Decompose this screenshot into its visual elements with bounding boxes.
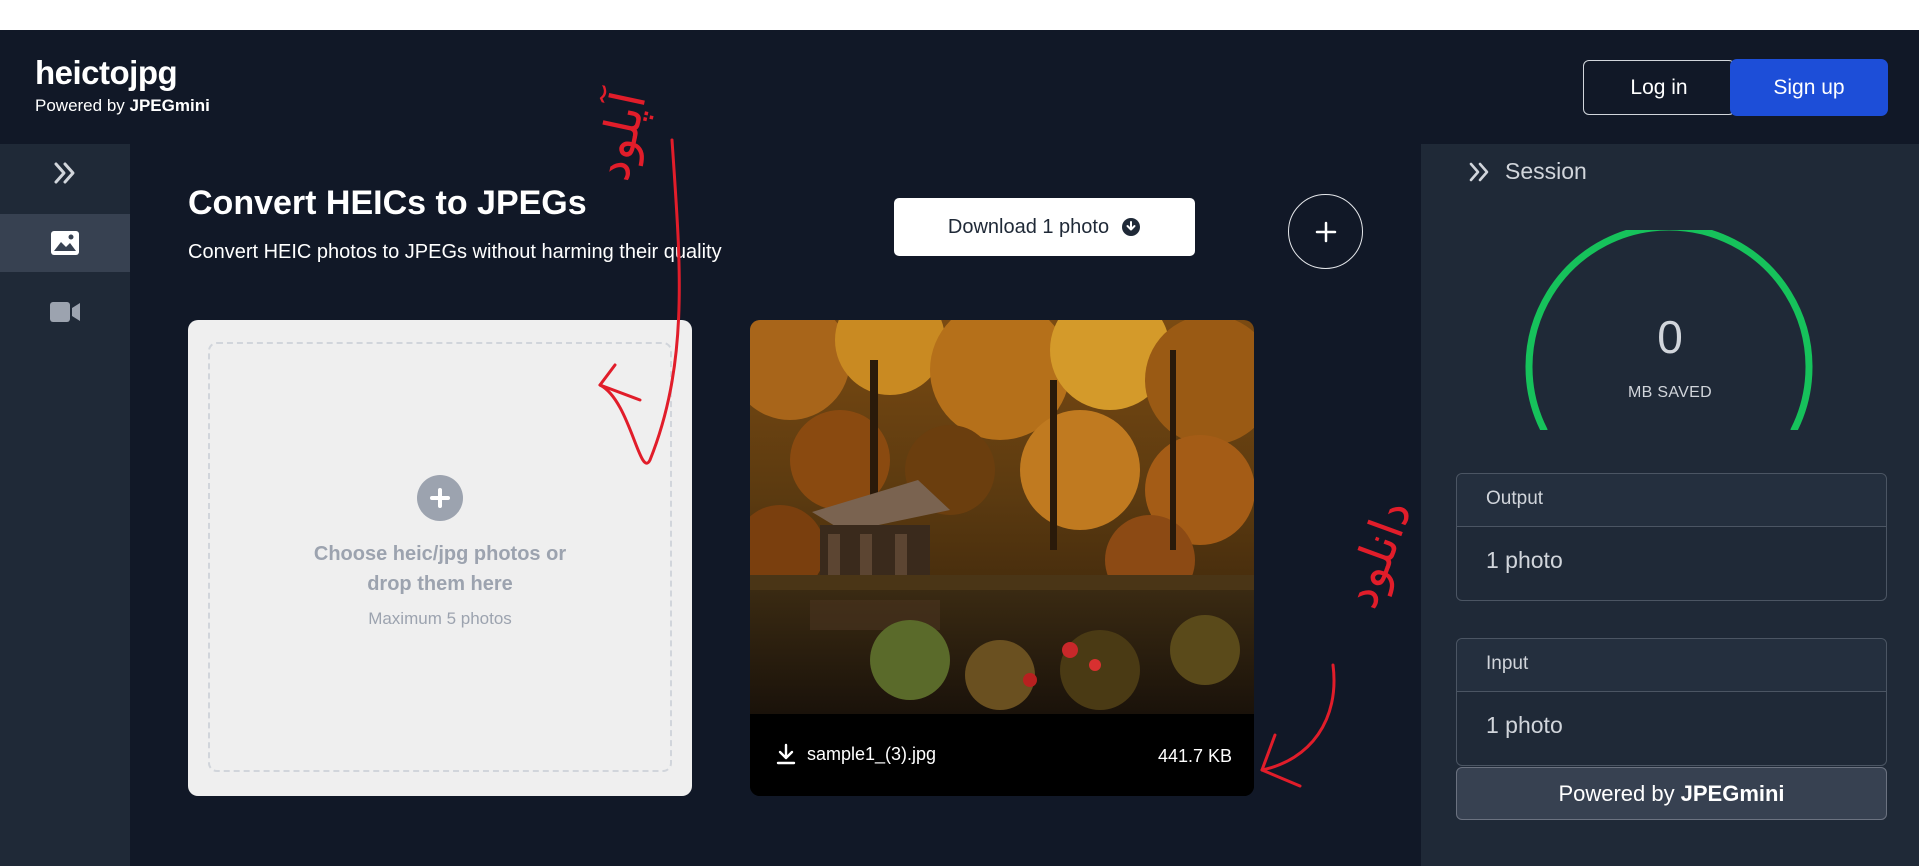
brand-name: heictojpg <box>35 54 178 91</box>
download-circle-icon <box>1122 218 1141 236</box>
session-header[interactable]: Session <box>1467 158 1587 185</box>
photo-card[interactable]: sample1_(3).jpg 441.7 KB <box>750 320 1254 796</box>
output-label: Output <box>1457 474 1886 527</box>
photo-filename[interactable]: sample1_(3).jpg <box>807 744 936 765</box>
session-panel: Session 0 MB SAVED Output 1 photo Input … <box>1421 144 1919 866</box>
brand-logo[interactable]: heictojpg Powered by JPEGmini <box>35 54 210 116</box>
signup-button[interactable]: Sign up <box>1730 59 1888 116</box>
left-nav-rail <box>0 144 130 866</box>
image-icon <box>51 231 79 255</box>
dropzone-instructions: Choose heic/jpg photos or drop them here <box>313 543 567 595</box>
powered-button-prefix: Powered by <box>1558 780 1675 806</box>
video-icon <box>50 302 80 322</box>
powered-by-jpegmini-button[interactable]: Powered by JPEGmini <box>1456 767 1887 820</box>
input-stat: Input 1 photo <box>1456 638 1887 766</box>
gauge-label: MB SAVED <box>1628 384 1712 401</box>
site-header: heictojpg Powered by JPEGmini Log in Sig… <box>0 30 1919 144</box>
gauge-value: 0 <box>1657 311 1683 363</box>
chevrons-right-icon <box>1469 162 1489 181</box>
output-value: 1 photo <box>1486 547 1563 573</box>
output-stat: Output 1 photo <box>1456 473 1887 601</box>
input-label: Input <box>1457 639 1886 692</box>
session-title: Session <box>1505 158 1587 184</box>
rail-item-videos[interactable] <box>0 283 130 341</box>
download-photos-button[interactable]: Download 1 photo <box>894 198 1195 256</box>
rail-item-images[interactable] <box>0 214 130 272</box>
photo-filesize: 441.7 KB <box>1157 746 1232 766</box>
add-photos-button[interactable] <box>1288 194 1363 269</box>
rail-expand-button[interactable] <box>0 144 130 202</box>
plus-icon <box>1315 221 1336 242</box>
photo-thumbnail <box>750 320 1254 714</box>
powered-brand: JPEGmini <box>129 96 210 115</box>
powered-button-brand: JPEGmini <box>1680 780 1785 806</box>
page-title: Convert HEICs to JPEGs <box>188 184 587 222</box>
page-subtitle: Convert HEIC photos to JPEGs without har… <box>188 241 722 263</box>
download-icon[interactable] <box>776 743 796 765</box>
app-window: heictojpg Powered by JPEGmini Log in Sig… <box>0 0 1919 866</box>
file-dropzone[interactable]: Choose heic/jpg photos or drop them here… <box>188 320 692 796</box>
brand-powered-by: Powered by JPEGmini <box>35 96 210 116</box>
top-strip <box>0 0 1919 30</box>
dropzone-dashed-area[interactable]: Choose heic/jpg photos or drop them here… <box>208 342 672 772</box>
login-button[interactable]: Log in <box>1583 60 1735 115</box>
main-content: Convert HEICs to JPEGs Convert HEIC phot… <box>130 144 1421 866</box>
dropzone-max-note: Maximum 5 photos <box>368 609 512 628</box>
chevrons-right-icon <box>54 162 75 184</box>
photo-info-bar: sample1_(3).jpg 441.7 KB <box>750 714 1254 796</box>
add-file-icon <box>417 475 463 521</box>
powered-prefix: Powered by <box>35 96 125 115</box>
input-value: 1 photo <box>1486 712 1563 738</box>
download-button-label: Download 1 photo <box>947 215 1110 238</box>
